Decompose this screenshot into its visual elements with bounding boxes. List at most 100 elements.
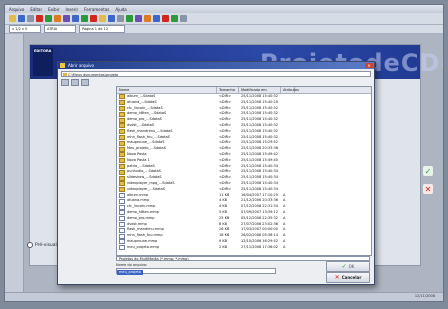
- delete-icon[interactable]: [162, 15, 169, 22]
- dialog-title: Abrir arquivo: [68, 63, 94, 68]
- file-icon: [119, 239, 125, 245]
- dialog-titlebar: Abrir arquivo ✕: [58, 62, 374, 69]
- filename-input[interactable]: meu_projeto: [116, 268, 276, 275]
- dialog-toolbar: [61, 79, 89, 86]
- menu-insert[interactable]: Inserir: [65, 7, 78, 12]
- undo-icon[interactable]: [63, 15, 70, 22]
- print-icon[interactable]: [27, 15, 34, 22]
- audio-icon[interactable]: [126, 15, 133, 22]
- dialog-close-button[interactable]: ✕: [365, 63, 373, 68]
- folder-icon: [63, 73, 67, 76]
- column-attributes[interactable]: Atributos: [281, 87, 299, 93]
- folder-icon: [119, 94, 125, 100]
- folder-icon: [119, 163, 125, 169]
- copy-icon[interactable]: [45, 15, 52, 22]
- grid-icon[interactable]: [117, 15, 124, 22]
- folder-icon: [119, 158, 125, 164]
- folder-icon: [119, 152, 125, 158]
- file-size: 2 KB: [219, 244, 228, 249]
- file-attributes: A: [283, 244, 286, 249]
- zoom-icon[interactable]: [153, 15, 160, 22]
- cancel-label: Cancelar: [341, 275, 362, 280]
- folder-icon: [119, 140, 125, 146]
- folder-icon: [119, 169, 125, 175]
- font-select[interactable]: ATRIA: [44, 25, 76, 33]
- folder-icon: [119, 111, 125, 117]
- folder-icon: [119, 123, 125, 129]
- open-folder-icon[interactable]: [9, 15, 16, 22]
- play-icon[interactable]: [81, 15, 88, 22]
- image-icon[interactable]: [99, 15, 106, 22]
- folder-icon: [119, 105, 125, 111]
- link-icon[interactable]: [144, 15, 151, 22]
- cancel-button[interactable]: ✕ Cancelar: [326, 272, 370, 283]
- file-list[interactable]: Nome Tamanho Modificado em Atributos alb…: [116, 86, 372, 256]
- folder-icon: [119, 146, 125, 152]
- folder-icon: [119, 187, 125, 193]
- folder-icon: [119, 100, 125, 106]
- open-file-dialog: Abrir arquivo ✕ C:\Meus documentos\proje…: [57, 61, 375, 285]
- status-bar: 12/11/2008: [5, 292, 443, 301]
- file-name: meu_projeto.mmp: [127, 244, 159, 249]
- stop-icon[interactable]: [90, 15, 97, 22]
- menu-file[interactable]: Arquivo: [9, 7, 24, 12]
- file-icon: [119, 198, 125, 204]
- file-icon: [119, 204, 125, 210]
- save-icon[interactable]: [18, 15, 25, 22]
- format-toolbar: x 1/2 x 0 ATRIA Página 1 de 12: [5, 25, 443, 34]
- menu-view[interactable]: Exibir: [48, 7, 59, 12]
- file-icon: [119, 227, 125, 233]
- file-icon: [119, 210, 125, 216]
- file-list-header: Nome Tamanho Modificado em Atributos: [117, 87, 371, 94]
- zoom-field[interactable]: x 1/2 x 0: [9, 25, 41, 33]
- folder-icon: [119, 175, 125, 181]
- preview-radio[interactable]: [27, 242, 33, 248]
- folder-icon: [119, 129, 125, 135]
- file-row[interactable]: meu_projeto.mmp 2 KB 27/11/2008 17:36:02 A: [117, 245, 371, 251]
- column-modified[interactable]: Modificado em: [239, 87, 281, 93]
- file-icon: [119, 216, 125, 222]
- path-field[interactable]: C:\Meus documentos\projeto: [61, 71, 371, 77]
- file-icon: [119, 233, 125, 239]
- folder-icon: [119, 117, 125, 123]
- folder-icon: [119, 134, 125, 140]
- filename-value: meu_projeto: [117, 270, 143, 275]
- export-icon[interactable]: [171, 15, 178, 22]
- text-icon[interactable]: [108, 15, 115, 22]
- main-toolbar: [5, 13, 443, 25]
- folder-icon: [119, 181, 125, 187]
- new-folder-icon[interactable]: [71, 79, 79, 86]
- confirm-icon[interactable]: ✓: [423, 166, 433, 176]
- cancel-icon: ✕: [334, 274, 340, 281]
- menu-tools[interactable]: Ferramentas: [84, 7, 109, 12]
- redo-icon[interactable]: [72, 15, 79, 22]
- menu-bar: Arquivo Editar Exibir Inserir Ferramenta…: [5, 5, 443, 13]
- file-name-cell: meu_projeto.mmp: [117, 245, 217, 251]
- file-rows: album_...SdataS <DIR> 25/11/2008 15:40:32 a…: [117, 94, 371, 251]
- logo: EDITORA: [33, 48, 53, 76]
- ok-label: OK: [348, 264, 355, 269]
- settings-icon[interactable]: [180, 15, 187, 22]
- video-icon[interactable]: [135, 15, 142, 22]
- column-size[interactable]: Tamanho: [217, 87, 239, 93]
- up-folder-icon[interactable]: [61, 79, 69, 86]
- monitor-screen: Arquivo Editar Exibir Inserir Ferramenta…: [4, 4, 444, 302]
- folder-icon: [60, 63, 65, 68]
- ok-button[interactable]: ✓ OK: [326, 261, 370, 272]
- menu-help[interactable]: Ajuda: [115, 7, 126, 12]
- page-select[interactable]: Página 1 de 12: [79, 25, 125, 33]
- view-mode-icon[interactable]: [81, 79, 89, 86]
- close-icon[interactable]: ✕: [423, 184, 433, 194]
- check-icon: ✓: [341, 263, 347, 270]
- paste-icon[interactable]: [54, 15, 61, 22]
- status-text: 12/11/2008: [414, 294, 435, 298]
- left-tool-panel: [5, 34, 24, 293]
- path-text: C:\Meus documentos\projeto: [68, 73, 119, 77]
- menu-edit[interactable]: Editar: [30, 7, 42, 12]
- column-name[interactable]: Nome: [117, 87, 217, 93]
- file-modified: 27/11/2008 17:36:02: [241, 244, 279, 249]
- filename-label: Nome do arquivo:: [116, 263, 148, 267]
- file-icon: [119, 221, 125, 227]
- cut-icon[interactable]: [36, 15, 43, 22]
- file-icon: [119, 245, 125, 251]
